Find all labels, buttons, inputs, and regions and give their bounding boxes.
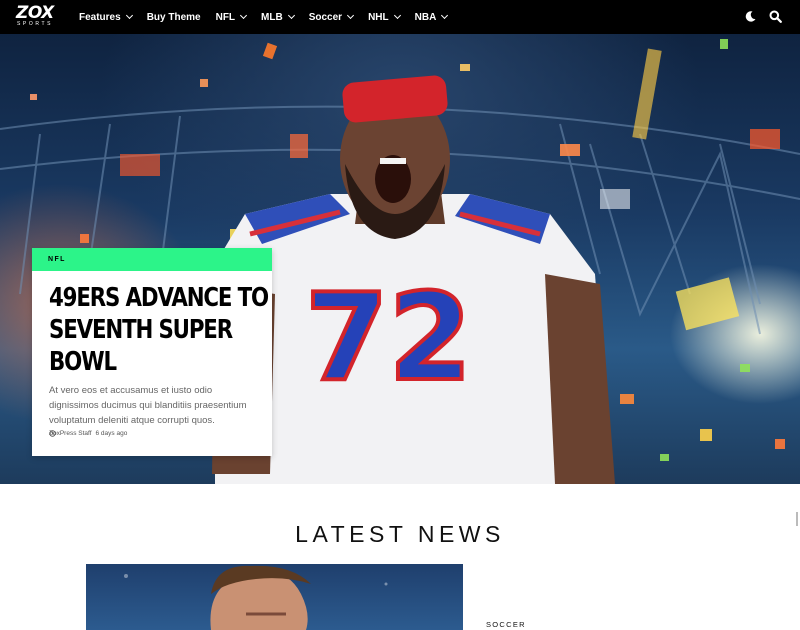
section-heading: LATEST NEWS xyxy=(295,521,505,547)
menu-item-features[interactable]: Features xyxy=(79,11,133,23)
nav-icons xyxy=(744,10,782,23)
search-icon[interactable] xyxy=(769,10,782,23)
story-title[interactable]: 49ERS ADVANCE TO SEVENTH SUPER BOWL xyxy=(49,282,270,378)
clock-icon xyxy=(49,430,56,437)
chevron-down-icon xyxy=(393,11,401,20)
chevron-down-icon xyxy=(347,11,355,20)
chevron-down-icon xyxy=(287,11,295,20)
story-meta: ZoxPress Staff 6 days ago xyxy=(49,430,127,437)
logo-tagline: SPORTS xyxy=(17,21,54,27)
chevron-down-icon xyxy=(240,11,248,20)
category-tag[interactable]: NFL xyxy=(32,248,272,271)
main-menu: Features Buy Theme NFL MLB Soccer NHL NB… xyxy=(79,0,462,34)
menu-label: Features xyxy=(79,11,121,23)
menu-item-nba[interactable]: NBA xyxy=(414,11,449,23)
menu-item-mlb[interactable]: MLB xyxy=(261,11,295,23)
top-nav: ZOX SPORTS Features Buy Theme NFL MLB So… xyxy=(0,0,800,34)
chevron-down-icon xyxy=(125,11,133,20)
news-item-image[interactable] xyxy=(86,564,463,630)
logo-name: ZOX xyxy=(16,3,54,23)
menu-label: NBA xyxy=(414,11,437,23)
jersey-number: 72 xyxy=(305,269,472,408)
menu-label: MLB xyxy=(261,11,283,23)
menu-label: Soccer xyxy=(308,11,343,23)
menu-item-soccer[interactable]: Soccer xyxy=(308,11,355,23)
moon-icon[interactable] xyxy=(744,10,757,23)
menu-item-nhl[interactable]: NHL xyxy=(368,11,401,23)
story-excerpt: At vero eos et accusamus et iusto odio d… xyxy=(49,385,247,426)
menu-item-nfl[interactable]: NFL xyxy=(215,11,248,23)
chevron-down-icon xyxy=(441,11,449,20)
menu-item-buy-theme[interactable]: Buy Theme xyxy=(147,12,201,23)
news-item-category[interactable]: SOCCER xyxy=(486,620,526,629)
menu-label: Buy Theme xyxy=(146,11,201,23)
scrollbar-thumb[interactable] xyxy=(796,512,798,526)
hero-image[interactable]: 72 NFL 49ERS ADVANCE TO SEVENTH SUPER BO… xyxy=(0,34,800,484)
time-ago: 6 days ago xyxy=(95,430,128,437)
featured-story-card[interactable]: NFL 49ERS ADVANCE TO SEVENTH SUPER BOWL … xyxy=(32,248,272,456)
menu-label: NFL xyxy=(215,11,236,23)
menu-label: NHL xyxy=(368,11,389,23)
news-photo xyxy=(124,565,388,630)
site-logo[interactable]: ZOX SPORTS xyxy=(16,5,66,30)
